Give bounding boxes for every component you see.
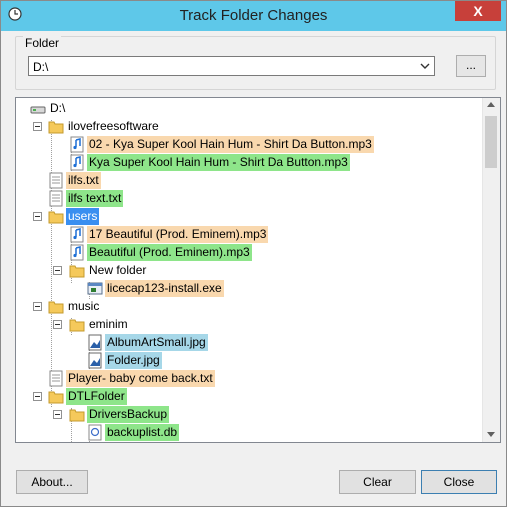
text-file-icon bbox=[49, 370, 63, 387]
folder-icon bbox=[48, 301, 64, 314]
folder-icon bbox=[48, 391, 64, 404]
exe-file-icon bbox=[87, 282, 103, 295]
tree-node-label: AlbumArtSmall.jpg bbox=[105, 334, 208, 351]
image-file-icon bbox=[88, 334, 102, 351]
tree-node-label: Folder.jpg bbox=[105, 352, 162, 369]
collapse-toggle[interactable] bbox=[53, 266, 62, 275]
collapse-toggle[interactable] bbox=[53, 410, 62, 419]
text-file-icon bbox=[49, 190, 63, 207]
tree-node-label: Kya Super Kool Hain Hum - Shirt Da Butto… bbox=[87, 154, 350, 171]
folder-icon bbox=[69, 265, 85, 278]
tree-node-label: music bbox=[68, 299, 100, 313]
folder-icon bbox=[48, 211, 64, 224]
image-file-icon bbox=[88, 352, 102, 369]
app-window: Track Folder Changes X Folder D:\ ... D: bbox=[0, 0, 507, 507]
tree-vertical-scrollbar[interactable] bbox=[482, 98, 500, 442]
tree-node-label: 02 - Kya Super Kool Hain Hum - Shirt Da … bbox=[87, 136, 374, 153]
folder-path-value: D:\ bbox=[33, 60, 49, 74]
folder-path-dropdown[interactable]: D:\ bbox=[28, 56, 435, 76]
collapse-toggle[interactable] bbox=[33, 302, 42, 311]
text-file-icon bbox=[49, 172, 63, 189]
music-note-icon bbox=[70, 226, 84, 243]
db-file-icon bbox=[88, 424, 102, 441]
tree-node-label: 17 Beautiful (Prod. Eminem).mp3 bbox=[87, 226, 269, 243]
tree-node-label: licecap123-install.exe bbox=[105, 280, 224, 297]
partial-row-highlight bbox=[107, 442, 391, 443]
scroll-down-arrow-icon[interactable] bbox=[487, 432, 495, 437]
tree-node-label: ilfs.txt bbox=[66, 172, 101, 189]
folder-icon bbox=[69, 409, 85, 422]
about-button[interactable]: About... bbox=[16, 470, 88, 494]
collapse-toggle[interactable] bbox=[33, 212, 42, 221]
folder-tree[interactable]: D:\ ilovefreesoftware 02 - Kya Super Koo… bbox=[15, 97, 501, 443]
tree-node-label: ilfs text.txt bbox=[66, 190, 124, 207]
folder-icon bbox=[69, 319, 85, 332]
tree-node-label: Player- baby come back.txt bbox=[66, 370, 215, 387]
collapse-toggle[interactable] bbox=[53, 320, 62, 329]
tree-node-label: Beautiful (Prod. Eminem).mp3 bbox=[87, 244, 252, 261]
drive-icon bbox=[30, 106, 46, 114]
music-note-icon bbox=[70, 244, 84, 261]
tree-node-label: New folder bbox=[89, 263, 147, 277]
tree-node-label: eminim bbox=[89, 317, 128, 331]
folder-icon bbox=[48, 121, 64, 134]
title-bar[interactable]: Track Folder Changes X bbox=[1, 1, 506, 31]
tree-node-label: users bbox=[66, 208, 100, 225]
clear-button[interactable]: Clear bbox=[339, 470, 416, 494]
browse-button[interactable]: ... bbox=[456, 55, 486, 77]
close-button[interactable]: Close bbox=[421, 470, 497, 494]
collapse-toggle[interactable] bbox=[33, 392, 42, 401]
tree-node-label: DTLFolder bbox=[66, 388, 127, 405]
tree-node-root[interactable]: D:\ bbox=[30, 100, 230, 117]
tree-node-label: DriversBackup bbox=[87, 406, 170, 423]
tree-node-label: backuplist.db bbox=[105, 424, 180, 441]
music-note-icon bbox=[70, 154, 84, 171]
tree-node-label: D:\ bbox=[50, 101, 66, 115]
folder-group-label: Folder bbox=[23, 36, 62, 50]
music-note-icon bbox=[70, 136, 84, 153]
chevron-down-icon[interactable] bbox=[418, 59, 432, 73]
folder-group: Folder D:\ ... bbox=[15, 36, 496, 90]
collapse-toggle[interactable] bbox=[33, 122, 42, 131]
window-title: Track Folder Changes bbox=[179, 7, 328, 24]
window-close-button[interactable]: X bbox=[455, 1, 501, 21]
tree-node-label: ilovefreesoftware bbox=[68, 119, 159, 133]
scroll-up-arrow-icon[interactable] bbox=[487, 102, 495, 107]
scroll-thumb[interactable] bbox=[485, 116, 497, 168]
